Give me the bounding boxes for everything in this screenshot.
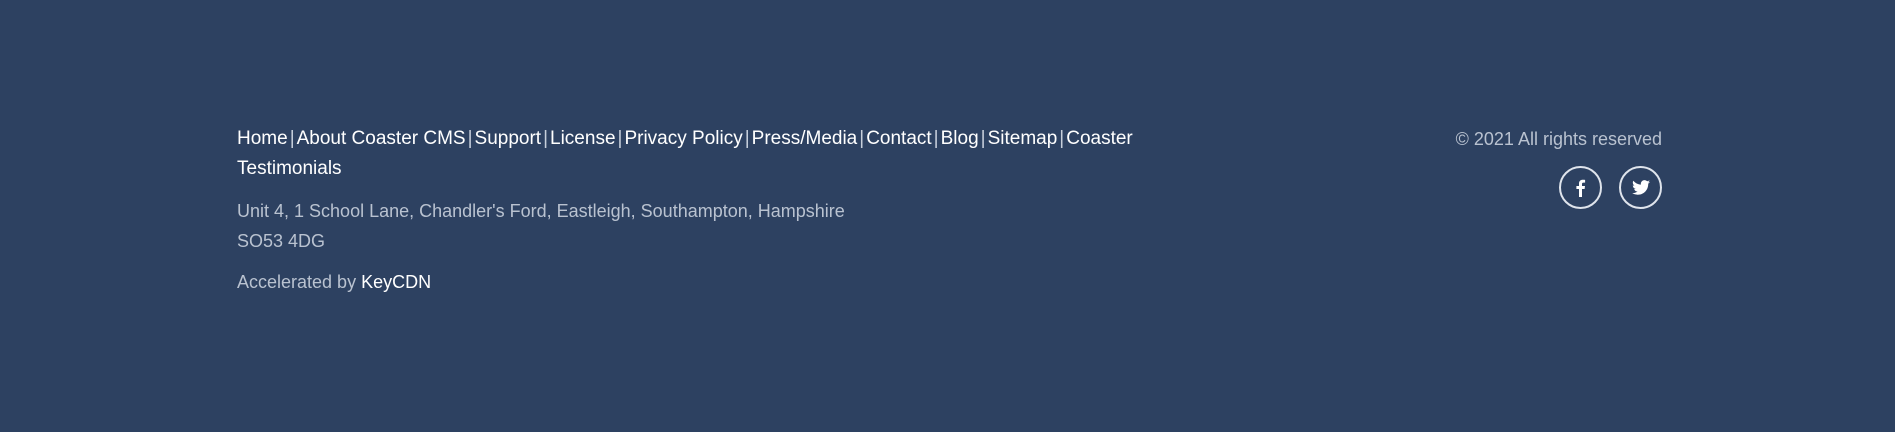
footer-right-column: © 2021 All rights reserved xyxy=(1456,124,1662,209)
keycdn-link[interactable]: KeyCDN xyxy=(361,272,431,292)
footer-link-home[interactable]: Home xyxy=(237,128,288,149)
nav-separator: | xyxy=(467,128,473,149)
site-footer: Home | About Coaster CMS | Support | License | P… xyxy=(0,0,1895,432)
nav-separator: | xyxy=(744,128,750,149)
nav-separator: | xyxy=(617,128,623,149)
nav-separator: | xyxy=(543,128,549,149)
nav-separator: | xyxy=(859,128,865,149)
company-address: Unit 4, 1 School Lane, Chandler's Ford, … xyxy=(237,196,1137,256)
footer-left-column: Home | About Coaster CMS | Support | License | P… xyxy=(237,124,1137,297)
footer-link-about[interactable]: About Coaster CMS xyxy=(297,128,466,149)
accelerated-prefix: Accelerated by xyxy=(237,272,362,292)
copyright-text: © 2021 All rights reserved xyxy=(1455,129,1662,149)
footer-link-support[interactable]: Support xyxy=(475,128,542,149)
address-line-2: SO53 4DG xyxy=(237,231,326,251)
nav-separator: | xyxy=(980,128,986,149)
footer-link-privacy-policy[interactable]: Privacy Policy xyxy=(624,128,742,149)
social-links xyxy=(1456,166,1662,209)
footer-link-license[interactable]: License xyxy=(550,128,616,149)
footer-link-blog[interactable]: Blog xyxy=(941,128,979,149)
address-line-1: Unit 4, 1 School Lane, Chandler's Ford, … xyxy=(237,201,845,221)
footer-link-sitemap[interactable]: Sitemap xyxy=(988,128,1058,149)
twitter-button[interactable] xyxy=(1619,166,1662,209)
nav-separator: | xyxy=(933,128,939,149)
footer-nav: Home | About Coaster CMS | Support | License | P… xyxy=(237,124,1137,184)
nav-separator: | xyxy=(1059,128,1065,149)
twitter-icon xyxy=(1631,180,1650,195)
facebook-button[interactable] xyxy=(1559,166,1602,209)
footer-link-contact[interactable]: Contact xyxy=(866,128,931,149)
accelerated-by: Accelerated by KeyCDN xyxy=(237,267,1137,297)
nav-separator: | xyxy=(289,128,295,149)
facebook-icon xyxy=(1575,179,1586,197)
footer-link-press-media[interactable]: Press/Media xyxy=(752,128,858,149)
